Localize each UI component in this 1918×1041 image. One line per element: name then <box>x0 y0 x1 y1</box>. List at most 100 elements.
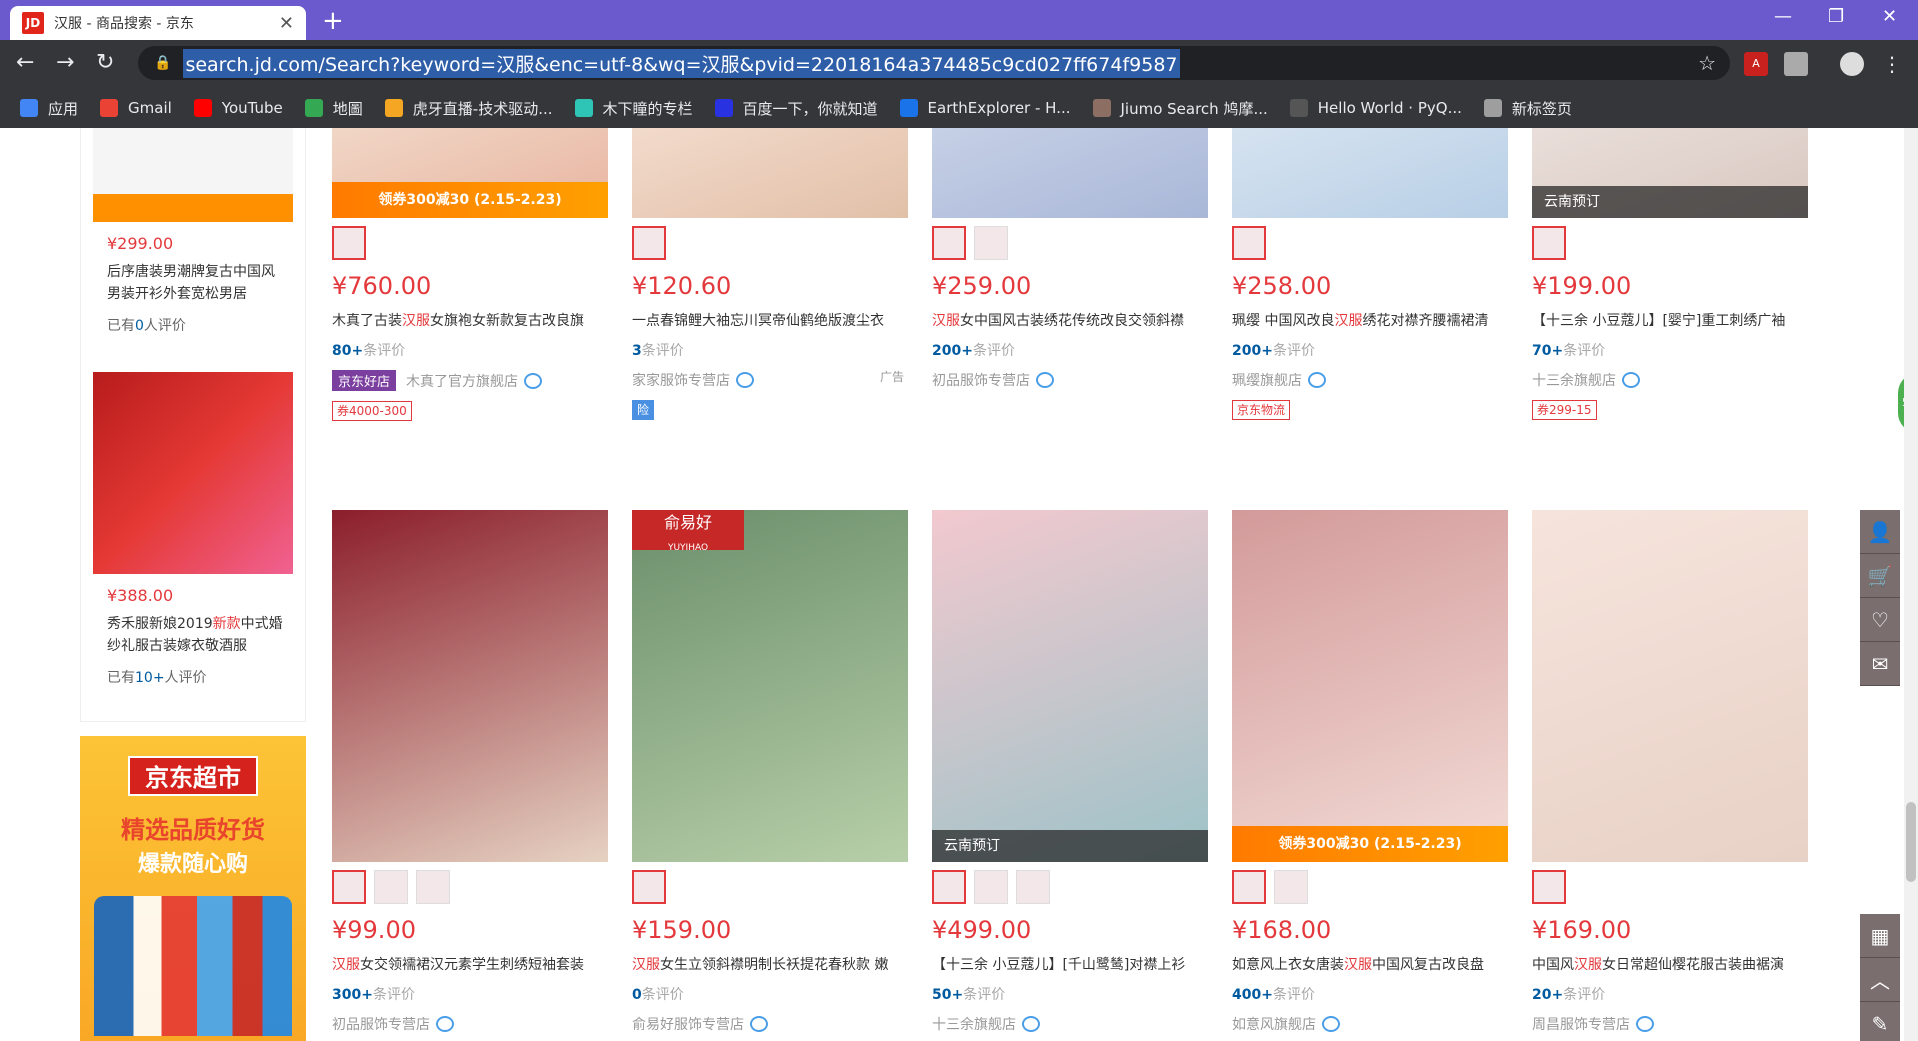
product-image[interactable]: 云南预订 <box>1532 128 1808 218</box>
sidebar-product-1[interactable]: ¥299.00 后序唐装男潮牌复古中国风男装开衫外套宽松男居 已有0人评价 <box>93 128 293 335</box>
jd-supermarket-ad[interactable]: 京东超市 精选品质好货 爆款随心购 <box>80 736 306 1041</box>
color-thumbnail[interactable] <box>974 870 1008 904</box>
product-image[interactable] <box>632 128 908 218</box>
color-thumbnail[interactable] <box>932 226 966 260</box>
shop-name[interactable]: 十三余旗舰店 <box>1532 370 1808 390</box>
comment-count[interactable]: 20+条评价 <box>1532 984 1808 1004</box>
product-card[interactable]: ¥259.00 汉服女中国风古装绣花传统改良交领斜襟 200+条评价 初品服饰专… <box>932 128 1208 390</box>
sidebar-title[interactable]: 后序唐装男潮牌复古中国风男装开衫外套宽松男居 <box>107 261 287 305</box>
back-to-top-icon[interactable]: ︿ <box>1860 958 1900 1002</box>
favorite-heart-icon[interactable]: ♡ <box>1860 598 1900 642</box>
shop-name[interactable]: 十三余旗舰店 <box>932 1014 1208 1034</box>
color-thumbnail[interactable] <box>974 226 1008 260</box>
color-thumbnail[interactable] <box>374 870 408 904</box>
feedback-edit-icon[interactable]: ✎ <box>1860 1002 1900 1041</box>
product-card[interactable]: ¥169.00 中国风汉服女日常超仙樱花服古装曲裾演 20+条评价 周昌服饰专营… <box>1532 510 1808 1034</box>
chat-bubble-icon[interactable] <box>1036 372 1054 388</box>
comment-count[interactable]: 400+条评价 <box>1232 984 1508 1004</box>
chat-bubble-icon[interactable] <box>524 372 543 389</box>
product-title[interactable]: 如意风上衣女唐装汉服中国风复古改良盘 <box>1232 954 1508 974</box>
product-image[interactable] <box>1232 128 1508 218</box>
bookmark-item[interactable]: Jiumo Search 鸠摩... <box>1092 98 1268 119</box>
product-image[interactable]: 领券300减30 (2.15-2.23) <box>332 128 608 218</box>
user-icon[interactable]: 👤 <box>1860 510 1900 554</box>
sidebar-product-image[interactable] <box>93 128 293 222</box>
shop-name[interactable]: 珮缨旗舰店 <box>1232 370 1508 390</box>
bookmark-item[interactable]: YouTube <box>193 99 283 117</box>
chat-bubble-icon[interactable] <box>1022 1016 1040 1032</box>
tab-close-icon[interactable]: ✕ <box>279 13 294 34</box>
shop-name[interactable]: 初品服饰专营店 <box>932 370 1208 390</box>
bookmark-item[interactable]: Gmail <box>100 99 172 117</box>
message-icon[interactable]: ✉ <box>1860 642 1900 686</box>
chat-bubble-icon[interactable] <box>736 372 754 388</box>
qrcode-icon[interactable]: ▦ <box>1860 914 1900 958</box>
color-thumbnail[interactable] <box>1232 226 1266 260</box>
product-card[interactable]: ¥258.00 珮缨 中国风改良汉服绣花对襟齐腰襦裙清 200+条评价 珮缨旗舰… <box>1232 128 1508 420</box>
chat-bubble-icon[interactable] <box>1636 1016 1654 1032</box>
color-thumbnail[interactable] <box>632 226 666 260</box>
product-title[interactable]: 一点春锦鲤大袖忘川冥帝仙鹤绝版渡尘衣 <box>632 310 908 330</box>
comment-count[interactable]: 70+条评价 <box>1532 340 1808 360</box>
color-thumbnail[interactable] <box>1016 870 1050 904</box>
color-thumbnail[interactable] <box>416 870 450 904</box>
color-thumbnail[interactable] <box>932 870 966 904</box>
comment-count[interactable]: 3条评价 <box>632 340 908 360</box>
bookmark-item[interactable]: EarthExplorer - H... <box>899 99 1071 117</box>
color-thumbnail[interactable] <box>332 226 366 260</box>
product-image[interactable] <box>332 510 608 862</box>
bookmark-item[interactable]: 百度一下，你就知道 <box>714 98 878 119</box>
product-title[interactable]: 中国风汉服女日常超仙樱花服古装曲裾演 <box>1532 954 1808 974</box>
color-thumbnail[interactable] <box>632 870 666 904</box>
product-card[interactable]: ¥99.00 汉服女交领襦裙汉元素学生刺绣短袖套装 300+条评价 初品服饰专营… <box>332 510 608 1034</box>
window-close-icon[interactable]: ✕ <box>1882 6 1897 27</box>
color-thumbnail[interactable] <box>1532 870 1566 904</box>
comment-count[interactable]: 80+条评价 <box>332 340 608 360</box>
product-image[interactable] <box>1532 510 1808 862</box>
pdf-extension-icon[interactable]: A <box>1744 52 1768 76</box>
color-thumbnail[interactable] <box>1232 870 1266 904</box>
restore-icon[interactable]: ❐ <box>1828 6 1844 27</box>
browser-tab[interactable]: JD 汉服 - 商品搜索 - 京东 ✕ <box>10 6 306 40</box>
bookmark-item[interactable]: 新标签页 <box>1483 98 1572 119</box>
sidebar-product-image[interactable] <box>93 372 293 574</box>
shop-name[interactable]: 初品服饰专营店 <box>332 1014 608 1034</box>
minimize-icon[interactable]: — <box>1774 6 1792 27</box>
product-title[interactable]: 【十三余 小豆蔻儿】[婴宁]重工刺绣广袖 <box>1532 310 1808 330</box>
product-image[interactable]: 云南预订 <box>932 510 1208 862</box>
bookmark-item[interactable]: 应用 <box>20 98 78 119</box>
comment-count[interactable]: 50+条评价 <box>932 984 1208 1004</box>
shop-name[interactable]: 俞易好服饰专营店 <box>632 1014 908 1034</box>
chat-bubble-icon[interactable] <box>1322 1016 1340 1032</box>
cart-icon[interactable]: 🛒 <box>1860 554 1900 598</box>
color-thumbnail[interactable] <box>332 870 366 904</box>
sidebar-product-2[interactable]: ¥388.00 秀禾服新娘2019新款中式婚纱礼服古装嫁衣敬酒服 已有10+人评… <box>93 372 293 687</box>
chat-bubble-icon[interactable] <box>436 1016 454 1032</box>
bookmark-item[interactable]: 地圖 <box>304 98 363 119</box>
profile-avatar[interactable] <box>1840 52 1864 76</box>
product-card[interactable]: 俞易好 YUYIHAO ¥159.00 汉服女生立领斜襟明制长袄提花春秋款 嫩 0… <box>632 510 908 1034</box>
product-image[interactable] <box>932 128 1208 218</box>
bookmark-star-icon[interactable]: ☆ <box>1698 51 1716 75</box>
product-title[interactable]: 汉服女交领襦裙汉元素学生刺绣短袖套装 <box>332 954 608 974</box>
back-icon[interactable]: ← <box>16 50 34 75</box>
scrollbar-track[interactable] <box>1904 128 1918 1041</box>
new-tab-icon[interactable]: + <box>322 6 344 36</box>
url-text[interactable]: search.jd.com/Search?keyword=汉服&enc=utf-… <box>183 48 1180 78</box>
product-card[interactable]: ¥120.60 一点春锦鲤大袖忘川冥帝仙鹤绝版渡尘衣 3条评价 家家服饰专营店 … <box>632 128 908 420</box>
reload-icon[interactable]: ↻ <box>96 50 114 75</box>
forward-icon[interactable]: → <box>56 50 74 75</box>
product-title[interactable]: 汉服女生立领斜襟明制长袄提花春秋款 嫩 <box>632 954 908 974</box>
product-image[interactable]: 领券300减30 (2.15-2.23) <box>1232 510 1508 862</box>
product-card[interactable]: 领券300减30 (2.15-2.23) ¥760.00 木真了古装汉服女旗袍女… <box>332 128 608 421</box>
comment-count[interactable]: 300+条评价 <box>332 984 608 1004</box>
bookmark-item[interactable]: 木下瞳的专栏 <box>574 98 693 119</box>
shop-name[interactable]: 如意风旗舰店 <box>1232 1014 1508 1034</box>
product-title[interactable]: 木真了古装汉服女旗袍女新款复古改良旗 <box>332 310 608 330</box>
chat-bubble-icon[interactable] <box>1308 372 1326 388</box>
comment-count[interactable]: 0条评价 <box>632 984 908 1004</box>
address-bar[interactable]: 🔒 search.jd.com/Search?keyword=汉服&enc=ut… <box>138 46 1730 80</box>
product-card[interactable]: 云南预订 ¥499.00 【十三余 小豆蔻儿】[千山鹭鸶]对襟上衫 50+条评价… <box>932 510 1208 1034</box>
comment-count[interactable]: 200+条评价 <box>932 340 1208 360</box>
product-title[interactable]: 【十三余 小豆蔻儿】[千山鹭鸶]对襟上衫 <box>932 954 1208 974</box>
